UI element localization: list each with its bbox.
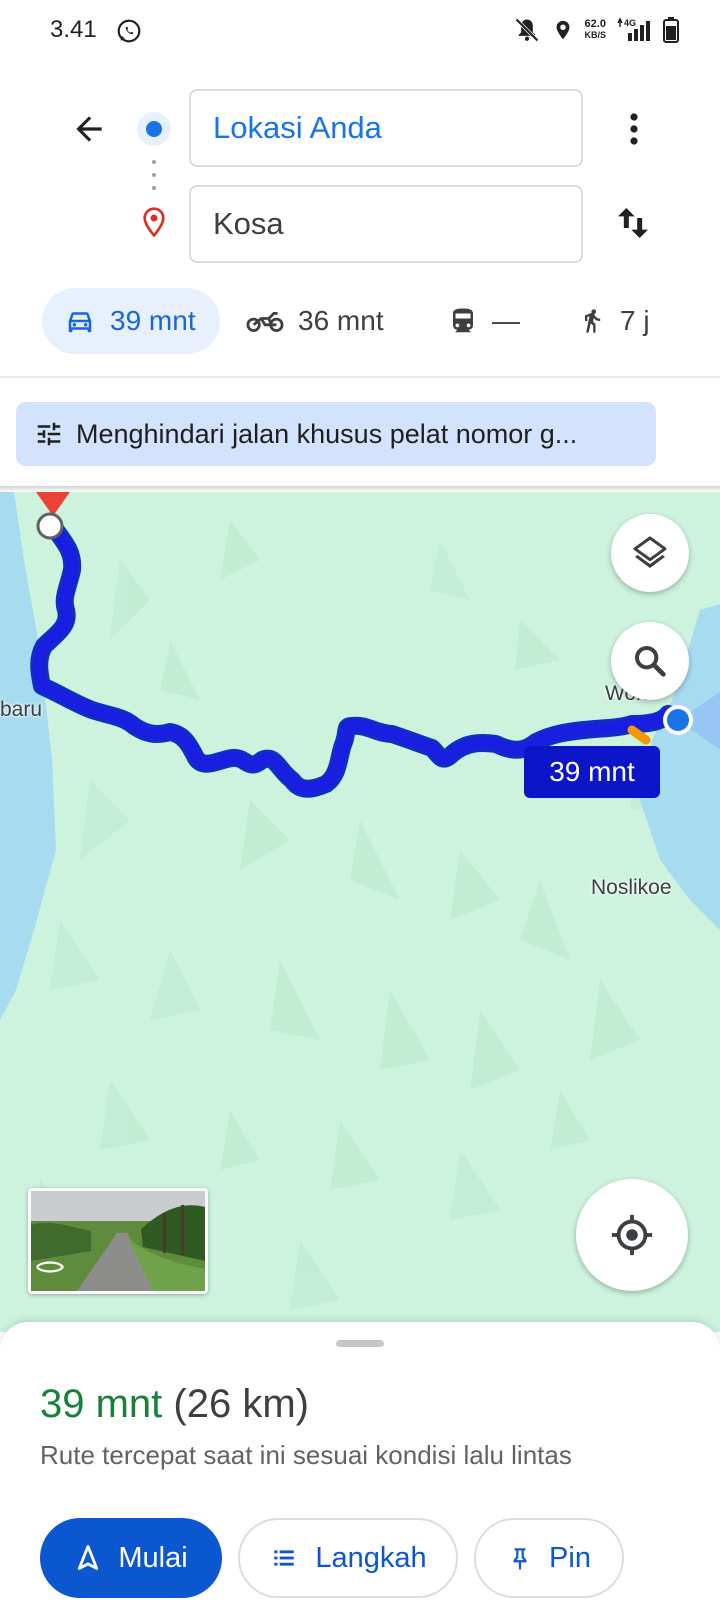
swap-vert-icon [618,208,648,238]
map-label-baru: baru [0,698,43,721]
street-view-thumbnail[interactable] [28,1188,208,1294]
tab-transit[interactable]: — [448,288,520,354]
route-description: Rute tercepat saat ini sesuai kondisi la… [40,1440,572,1470]
sheet-drag-handle[interactable] [336,1340,384,1347]
search-along-route-button[interactable] [611,622,689,700]
tab-motorcycle[interactable]: 36 mnt [246,288,384,354]
layers-button[interactable] [611,514,689,592]
mute-notifications-icon [515,18,540,42]
layers-icon [633,536,667,568]
swap-locations-button[interactable] [608,198,658,248]
route-distance: (26 km) [173,1382,309,1426]
travel-mode-tabs: 39 mnt 36 mnt — 7 j [0,288,720,354]
my-location-button[interactable] [576,1179,688,1291]
tune-icon [37,422,61,446]
navigation-arrow-icon [78,1544,99,1570]
network-speed: 62.0 KB/S [584,18,606,41]
street-view-image [31,1191,205,1291]
status-bar: 3.41 62.0 KB/S 4G [0,0,720,66]
tab-driving-label: 39 mnt [110,305,196,336]
more-options-button[interactable] [612,104,656,154]
destination-pin-icon [143,207,165,238]
tab-transit-label: — [492,305,520,336]
origin-location-icon [137,112,171,146]
route-preference-label: Menghindari jalan khusus pelat nomor g..… [76,418,578,449]
list-icon [274,1550,295,1566]
motorcycle-icon [246,312,284,332]
battery-icon [663,17,679,43]
pushpin-icon [513,1548,527,1570]
route-preference-chip[interactable]: Menghindari jalan khusus pelat nomor g..… [16,402,656,466]
car-icon [68,312,92,333]
tab-walking-label: 7 j [620,305,650,336]
my-location-icon [611,1214,653,1256]
tab-motorcycle-label: 36 mnt [298,305,384,336]
origin-input[interactable]: Lokasi Anda [189,89,583,167]
arrow-back-icon [76,116,102,142]
whatsapp-icon [117,19,141,43]
map-label-noslikoe: Noslikoe [591,876,672,899]
pin-trip-button[interactable]: Pin [474,1518,624,1598]
steps-label: Langkah [315,1541,427,1574]
tab-walking[interactable]: 7 j [578,288,650,354]
start-label: Mulai [118,1541,188,1574]
cell-signal-icon: 4G [617,17,650,41]
back-button[interactable] [66,106,112,152]
status-icons: 62.0 KB/S 4G [512,16,680,44]
svg-text:4G: 4G [624,18,636,28]
tab-driving[interactable]: 39 mnt [42,288,220,354]
location-icon [557,20,570,40]
walking-icon [585,309,601,333]
search-icon [634,645,666,677]
header-divider [0,376,720,378]
status-time: 3.41 [50,16,97,43]
pin-label: Pin [549,1541,591,1574]
more-vert-icon [630,113,638,145]
transit-icon [453,308,473,333]
route-duration: 39 mnt [40,1382,163,1426]
route-summary: 39 mnt (26 km) [40,1382,309,1427]
destination-input[interactable]: Kosa [189,185,583,263]
steps-button[interactable]: Langkah [238,1518,458,1598]
route-connector [152,160,156,190]
route-details-sheet: 39 mnt (26 km) Rute tercepat saat ini se… [0,1322,720,1612]
route-duration-badge[interactable]: 39 mnt [524,746,660,798]
start-navigation-button[interactable]: Mulai [40,1518,222,1598]
